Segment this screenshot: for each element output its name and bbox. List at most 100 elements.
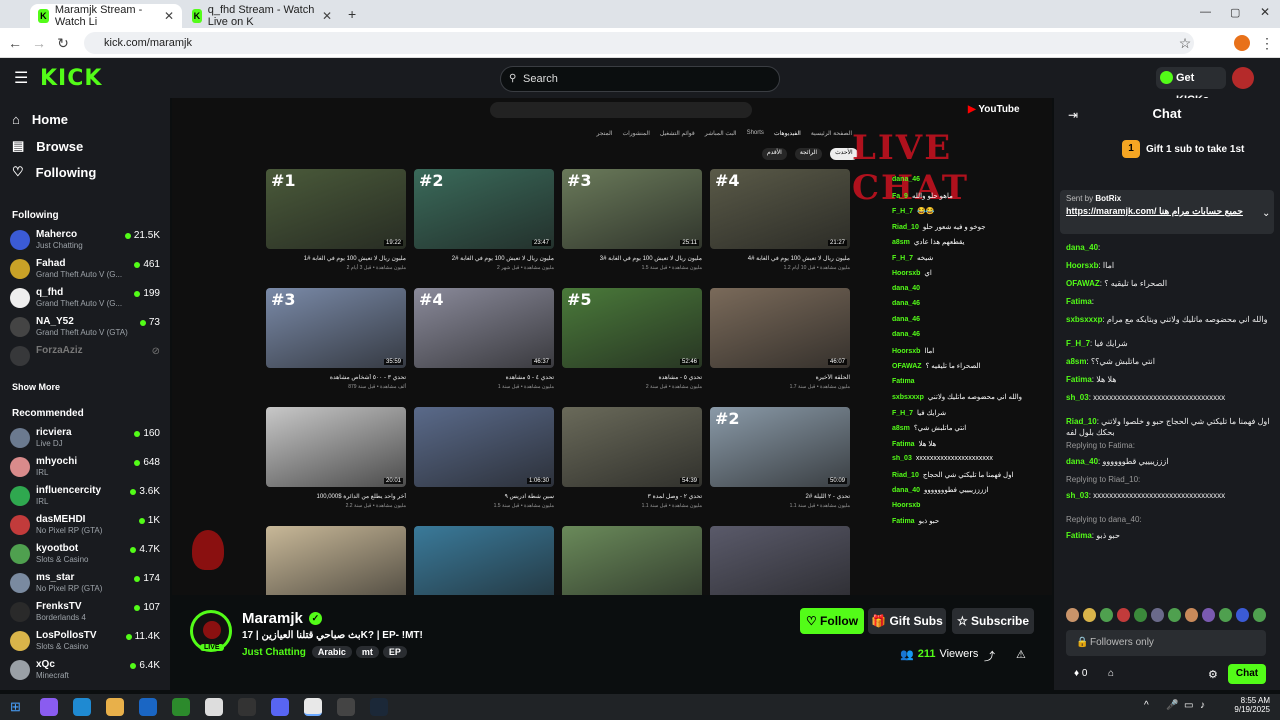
store-icon[interactable]: ⌂: [1108, 668, 1114, 679]
close-window-icon[interactable]: ✕: [1260, 5, 1270, 19]
copilot-icon[interactable]: [40, 698, 58, 716]
stream-tag[interactable]: Arabic: [311, 646, 352, 658]
browser-tab[interactable]: K q_fhd Stream - Watch Live on K ✕: [184, 4, 340, 28]
share-icon[interactable]: ⤴: [984, 648, 995, 664]
chat-username[interactable]: Fatima: [1066, 531, 1092, 540]
channel-item[interactable]: kyootbot Slots & Casino 4.7K: [10, 540, 162, 568]
url-field[interactable]: kick.com/maramjk: [84, 32, 1194, 54]
streamer-name[interactable]: Maramjk: [242, 610, 303, 627]
chrome-icon[interactable]: [304, 698, 322, 716]
channel-item[interactable]: Maherco Just Chatting 21.5K: [10, 226, 162, 254]
send-chat-button[interactable]: Chat: [1228, 664, 1266, 684]
subscribe-button[interactable]: ☆ Subscribe: [952, 608, 1034, 634]
xbox-icon[interactable]: [172, 698, 190, 716]
emote-icon[interactable]: [1134, 608, 1147, 622]
close-tab-icon[interactable]: ✕: [164, 9, 174, 23]
emote-icon[interactable]: [1185, 608, 1198, 622]
chat-username[interactable]: dana_40: [1066, 457, 1098, 466]
nav-home[interactable]: ⌂ Home: [12, 108, 68, 130]
bookmark-star-icon[interactable]: ☆: [1176, 34, 1194, 52]
emote-icon[interactable]: [1151, 608, 1164, 622]
calculator-icon[interactable]: [205, 698, 223, 716]
channel-item[interactable]: ms_star No Pixel RP (GTA) 174: [10, 569, 162, 597]
chat-username[interactable]: Fatima: [1066, 375, 1092, 384]
steam-icon[interactable]: [370, 698, 388, 716]
pinned-link[interactable]: https://maramjk.com/ جميع حسابات مرام هن…: [1066, 206, 1256, 217]
emote-icon[interactable]: [1236, 608, 1249, 622]
channel-item[interactable]: ricviera Live DJ 160: [10, 424, 162, 452]
nav-browse[interactable]: ▤ Browse: [12, 135, 83, 157]
network-icon[interactable]: ▭: [1184, 700, 1193, 711]
forward-icon[interactable]: →: [30, 34, 48, 52]
outlook-icon[interactable]: [139, 698, 157, 716]
browser-tab-active[interactable]: K Maramjk Stream - Watch Li ✕: [30, 4, 182, 28]
kicks-balance[interactable]: ♦ 0: [1074, 668, 1087, 679]
follow-button[interactable]: ♡ Follow: [800, 608, 864, 634]
emote-icon[interactable]: [1202, 608, 1215, 622]
clock[interactable]: 8:55 AM 9/19/2025: [1230, 696, 1270, 714]
chat-username[interactable]: dana_40: [1066, 243, 1098, 252]
volume-icon[interactable]: ♪: [1200, 700, 1205, 711]
nav-following[interactable]: ♡ Following: [12, 161, 96, 183]
reload-icon[interactable]: ↻: [54, 34, 72, 52]
settings-gear-icon[interactable]: ⚙: [1208, 668, 1218, 681]
emote-icon[interactable]: [1117, 608, 1130, 622]
emote-icon[interactable]: [1168, 608, 1181, 622]
channel-item[interactable]: FrenksTV Borderlands 4 107: [10, 598, 162, 626]
settings-app-icon[interactable]: [238, 698, 256, 716]
channel-item[interactable]: mhyochi IRL 648: [10, 453, 162, 481]
channel-item[interactable]: dasMEHDI No Pixel RP (GTA) 1K: [10, 511, 162, 539]
kick-logo[interactable]: KICK: [40, 66, 102, 91]
obs-icon[interactable]: [337, 698, 355, 716]
microphone-icon[interactable]: 🎤: [1166, 700, 1178, 711]
minimize-icon[interactable]: —: [1200, 6, 1211, 18]
chat-username[interactable]: OFAWAZ: [1066, 279, 1100, 288]
channel-item[interactable]: influencercity IRL 3.6K: [10, 482, 162, 510]
back-icon[interactable]: ←: [6, 34, 24, 52]
emote-icon[interactable]: [1253, 608, 1266, 622]
chat-username[interactable]: Fatima: [1066, 297, 1092, 306]
chat-input[interactable]: 🔒 Followers only: [1066, 630, 1266, 656]
chat-username[interactable]: sh_03: [1066, 393, 1089, 402]
chat-username[interactable]: sxbsxxxp: [1066, 315, 1102, 324]
new-tab-icon[interactable]: +: [348, 6, 356, 22]
file-explorer-icon[interactable]: [106, 698, 124, 716]
channel-item[interactable]: ForzaAziz ⊘: [10, 342, 162, 370]
channel-item[interactable]: LosPollosTV Slots & Casino 11.4K: [10, 627, 162, 655]
chat-username[interactable]: a8sm: [1066, 357, 1086, 366]
maximize-icon[interactable]: ▢: [1230, 6, 1240, 19]
category-link[interactable]: Just Chatting: [242, 647, 306, 658]
chat-username[interactable]: F_H_7: [1066, 339, 1090, 348]
windows-start-icon[interactable]: ⊞: [10, 699, 21, 715]
close-tab-icon[interactable]: ✕: [322, 9, 332, 23]
search-input[interactable]: ⚲ Search: [500, 66, 780, 92]
channel-item[interactable]: q_fhd Grand Theft Auto V (G... 199: [10, 284, 162, 312]
chat-username[interactable]: sh_03: [1066, 491, 1089, 500]
emote-icon[interactable]: [1100, 608, 1113, 622]
stream-tag[interactable]: EP: [382, 646, 407, 658]
channel-item[interactable]: NA_Y52 Grand Theft Auto V (GTA) 73: [10, 313, 162, 341]
emote-icon[interactable]: [1083, 608, 1096, 622]
user-avatar[interactable]: [1232, 67, 1254, 89]
gift-subs-button[interactable]: 🎁 Gift Subs: [868, 608, 946, 634]
channel-item[interactable]: xQc Minecraft 6.4K: [10, 656, 162, 684]
tray-chevron-icon[interactable]: ^: [1144, 700, 1149, 711]
edge-icon[interactable]: [73, 698, 91, 716]
report-icon[interactable]: ⚠: [1016, 648, 1026, 661]
chat-username[interactable]: Hoorsxb: [1066, 261, 1098, 270]
gift-leaderboard-banner[interactable]: 1 Gift 1 sub to take 1st: [1122, 140, 1244, 158]
emote-icon[interactable]: [1066, 608, 1079, 622]
channel-item[interactable]: Fahad Grand Theft Auto V (G... 461: [10, 255, 162, 283]
show-more-link[interactable]: Show More: [12, 382, 60, 392]
stream-video-player[interactable]: ▶ YouTube الصفحة الرئيسية الفيديوهات Short…: [172, 98, 1052, 595]
video-meta: 1.5 مليون مشاهدة • قبل سنة: [493, 503, 554, 509]
emote-icon[interactable]: [1219, 608, 1232, 622]
get-kicks-button[interactable]: Get KICKs: [1156, 67, 1226, 106]
profile-avatar[interactable]: [1234, 35, 1250, 51]
menu-dots-icon[interactable]: ⋮: [1258, 34, 1276, 52]
chat-username[interactable]: Riad_10: [1066, 417, 1097, 426]
chevron-down-icon[interactable]: ⌄: [1262, 208, 1270, 219]
hamburger-menu-icon[interactable]: ☰: [14, 68, 28, 88]
stream-tag[interactable]: mt: [355, 646, 379, 658]
discord-icon[interactable]: [271, 698, 289, 716]
